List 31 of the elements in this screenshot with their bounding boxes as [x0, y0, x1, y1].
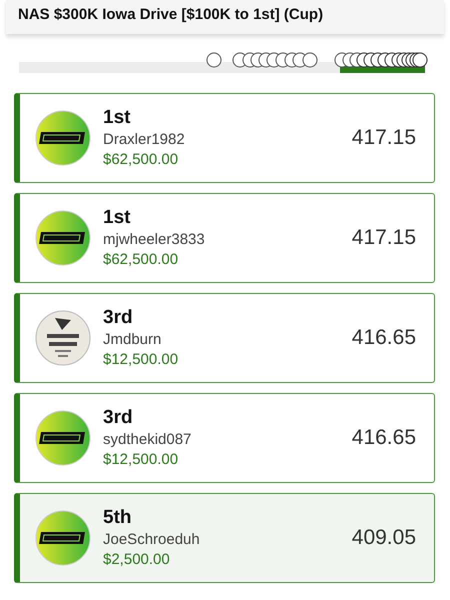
prize-amount: $12,500.00	[103, 350, 180, 370]
score-value: 416.65	[352, 426, 416, 450]
rank-label: 3rd	[103, 406, 134, 428]
username: Draxler1982	[103, 130, 186, 150]
username: Jmdburn	[103, 330, 162, 350]
score-value: 416.65	[352, 326, 416, 350]
username: sydthekid087	[103, 430, 192, 450]
avatar-icon	[35, 510, 91, 566]
entry-card[interactable]: 1st Draxler1982 $62,500.00 417.15	[14, 93, 435, 183]
prize-amount: $2,500.00	[103, 550, 171, 570]
score-value: 417.15	[352, 126, 416, 150]
score-value: 409.05	[352, 526, 416, 550]
score-value: 417.15	[352, 226, 416, 250]
avatar-icon	[35, 210, 91, 266]
contest-title: NAS $300K Iowa Drive [$100K to 1st] (Cup)	[18, 6, 324, 23]
entry-card[interactable]: 3rd Jmdburn $12,500.00 416.65	[14, 293, 435, 383]
rank-label: 3rd	[103, 306, 134, 328]
entry-card[interactable]: 5th JoeSchroeduh $2,500.00 409.05	[14, 493, 435, 583]
prize-amount: $12,500.00	[103, 450, 180, 470]
entry-card[interactable]: 3rd sydthekid087 $12,500.00 416.65	[14, 393, 435, 483]
avatar-icon	[35, 110, 91, 166]
avatar-icon	[35, 410, 91, 466]
prize-amount: $62,500.00	[103, 250, 180, 270]
avatar-icon	[35, 310, 91, 366]
rank-label: 1st	[103, 206, 132, 228]
username: mjwheeler3833	[103, 230, 206, 250]
rank-label: 1st	[103, 106, 132, 128]
rank-label: 5th	[103, 506, 132, 528]
prize-amount: $62,500.00	[103, 150, 180, 170]
username: JoeSchroeduh	[103, 530, 201, 550]
entry-card[interactable]: 1st mjwheeler3833 $62,500.00 417.15	[14, 193, 435, 283]
